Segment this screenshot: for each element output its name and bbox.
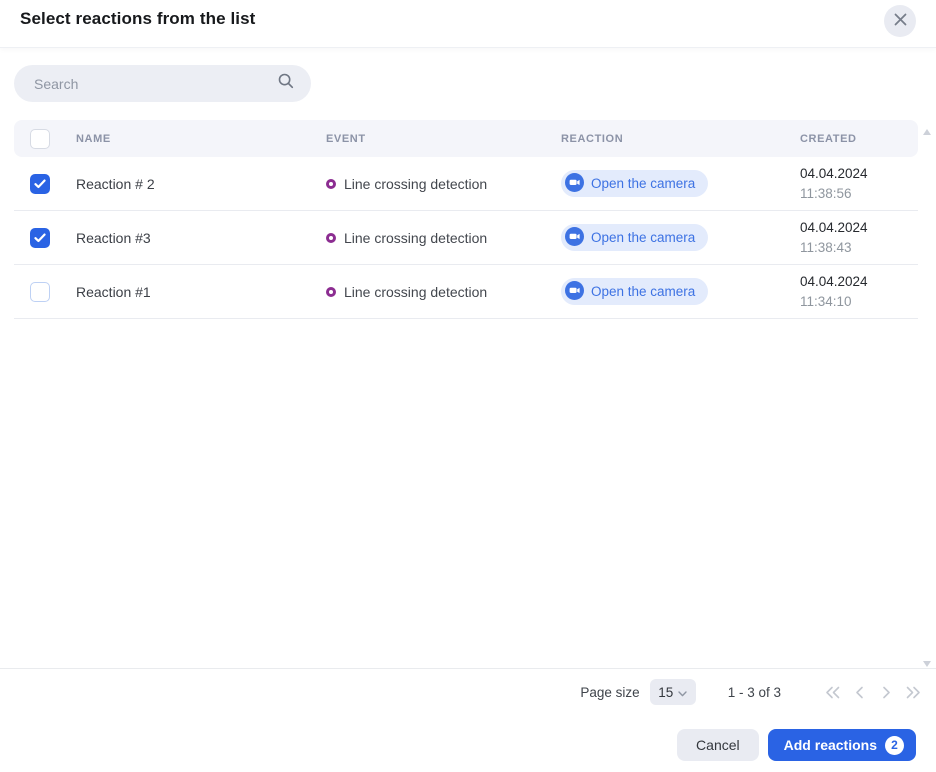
reaction-chip[interactable]: Open the camera [561,278,709,305]
event-label: Line crossing detection [344,283,488,300]
scroll-up-icon[interactable] [923,122,931,140]
footer-actions: Cancel Add reactions 2 [677,729,916,761]
modal-header: Select reactions from the list [0,0,936,48]
reaction-name: Reaction #1 [76,283,151,300]
event-label: Line crossing detection [344,175,488,192]
scroll-down-icon[interactable] [923,654,931,672]
prev-page-button[interactable] [850,683,868,701]
close-icon [894,13,907,29]
table-row[interactable]: Reaction # 2 Line crossing detection Ope… [14,157,918,211]
created-date: 04.04.2024 [800,219,868,235]
created-time: 11:38:56 [800,185,852,201]
camera-icon [565,226,584,249]
table-header: NAME EVENT REACTION CREATED [14,120,918,157]
select-reactions-modal: Select reactions from the list NAME EVEN… [0,0,936,772]
close-button[interactable] [884,5,916,37]
search-icon[interactable] [277,72,295,95]
search-input[interactable] [34,75,277,92]
event-circle-icon [326,178,336,189]
table-row[interactable]: Reaction #1 Line crossing detection Open… [14,265,918,319]
reaction-chip-label: Open the camera [591,176,696,191]
column-header-reaction[interactable]: REACTION [561,133,800,145]
chevron-down-icon [678,685,687,700]
next-page-button[interactable] [877,683,895,701]
last-page-button[interactable] [904,683,922,701]
created-date: 04.04.2024 [800,273,868,289]
reaction-name: Reaction # 2 [76,175,155,192]
reaction-name: Reaction #3 [76,229,151,246]
column-header-created[interactable]: CREATED [800,133,918,145]
search-box [14,65,311,102]
row-checkbox[interactable] [30,281,50,302]
created-time: 11:38:43 [800,239,852,255]
event-circle-icon [326,286,336,297]
cancel-button[interactable]: Cancel [677,729,759,761]
pagination-range: 1 - 3 of 3 [727,684,781,700]
camera-icon [565,280,584,303]
row-checkbox[interactable] [30,173,50,194]
event-circle-icon [326,232,336,243]
reaction-chip[interactable]: Open the camera [561,224,709,251]
pagination-divider [0,668,936,669]
reaction-chip[interactable]: Open the camera [561,170,709,197]
add-reactions-button[interactable]: Add reactions 2 [767,729,916,761]
row-checkbox[interactable] [30,227,50,248]
page-size-value: 15 [658,684,674,700]
reaction-chip-label: Open the camera [591,230,696,245]
reaction-chip-label: Open the camera [591,284,696,299]
page-size-select[interactable]: 15 [649,679,696,705]
column-header-name[interactable]: NAME [76,133,326,145]
camera-icon [565,172,584,195]
selected-count-badge: 2 [885,735,904,755]
column-header-event[interactable]: EVENT [326,133,561,145]
event-label: Line crossing detection [344,229,488,246]
pagination-bar: Page size 15 1 - 3 of 3 [580,678,922,706]
add-reactions-label: Add reactions [783,737,877,753]
first-page-button[interactable] [823,683,841,701]
page-title: Select reactions from the list [20,9,256,28]
table-row[interactable]: Reaction #3 Line crossing detection Open… [14,211,918,265]
created-time: 11:34:10 [800,293,852,309]
page-size-label: Page size [580,684,640,700]
select-all-checkbox[interactable] [30,128,50,149]
created-date: 04.04.2024 [800,165,868,181]
